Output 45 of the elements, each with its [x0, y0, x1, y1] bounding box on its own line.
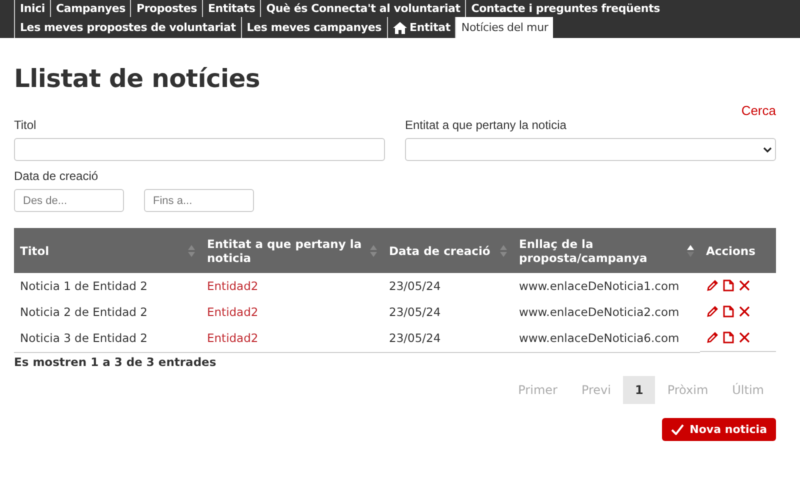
- date-to-field[interactable]: Fins a...: [144, 189, 254, 212]
- field-label: Titol: [14, 118, 38, 132]
- column-header[interactable]: Accions: [706, 244, 756, 258]
- document-icon: [722, 279, 735, 292]
- table-cell-text: 23/05/24: [388, 304, 442, 321]
- home-icon: [392, 22, 406, 34]
- table-cell: Noticia 1 de Entidad 2: [14, 273, 201, 299]
- page-title: Llistat de notícies: [14, 64, 261, 93]
- close-icon: [738, 331, 751, 344]
- nav-tab[interactable]: Campanyes: [50, 0, 130, 17]
- table-cell: Noticia 3 de Entidad 2: [14, 325, 201, 352]
- pencil-icon: [706, 331, 719, 344]
- table-cell-text: www.enlaceDeNoticia2.com: [518, 304, 680, 321]
- nav-tab[interactable]: Notícies del mur: [455, 17, 554, 38]
- pagination-button[interactable]: 1: [622, 376, 656, 404]
- search-link[interactable]: Cerca: [741, 103, 776, 118]
- new-news-button[interactable]: Nova noticia: [662, 418, 776, 440]
- column-header[interactable]: Titol: [20, 244, 50, 258]
- nav-tab[interactable]: Propostes: [130, 0, 202, 17]
- field-label: Entitat a que pertany la noticia: [405, 118, 568, 132]
- close-icon: [738, 279, 751, 292]
- table-cell: 23/05/24: [383, 273, 513, 299]
- entity-link[interactable]: Entidad2: [201, 325, 383, 352]
- table-cell: 23/05/24: [383, 325, 513, 352]
- entity-link[interactable]: Entidad2: [201, 273, 383, 299]
- pencil-icon: [706, 305, 719, 318]
- table-info: Es mostren 1 a 3 de 3 entrades: [14, 354, 218, 368]
- checkmark-icon: [670, 424, 684, 434]
- nav-tab[interactable]: Entitats: [202, 0, 260, 17]
- close-icon: [738, 305, 751, 318]
- document-icon: [722, 331, 735, 344]
- pencil-icon: [706, 279, 719, 292]
- nav-tab[interactable]: Inici: [14, 0, 50, 17]
- table-cell-text: Noticia 2 de Entidad 2: [19, 304, 148, 321]
- date-from-field[interactable]: Des de...: [14, 189, 124, 212]
- nav-tab[interactable]: Les meves propostes de voluntariat: [14, 17, 241, 38]
- table-cell: www.enlaceDeNoticia6.com: [513, 325, 700, 352]
- entity-select[interactable]: [405, 138, 776, 161]
- entity-link[interactable]: Entidad2: [201, 299, 383, 325]
- chevron-down-icon: [763, 146, 772, 152]
- document-icon: [722, 305, 735, 318]
- title-input-field[interactable]: [14, 138, 385, 161]
- table-cell: www.enlaceDeNoticia1.com: [513, 273, 700, 299]
- field-label: Data de creació: [14, 169, 100, 183]
- nav-tab[interactable]: Les meves campanyes: [240, 17, 386, 38]
